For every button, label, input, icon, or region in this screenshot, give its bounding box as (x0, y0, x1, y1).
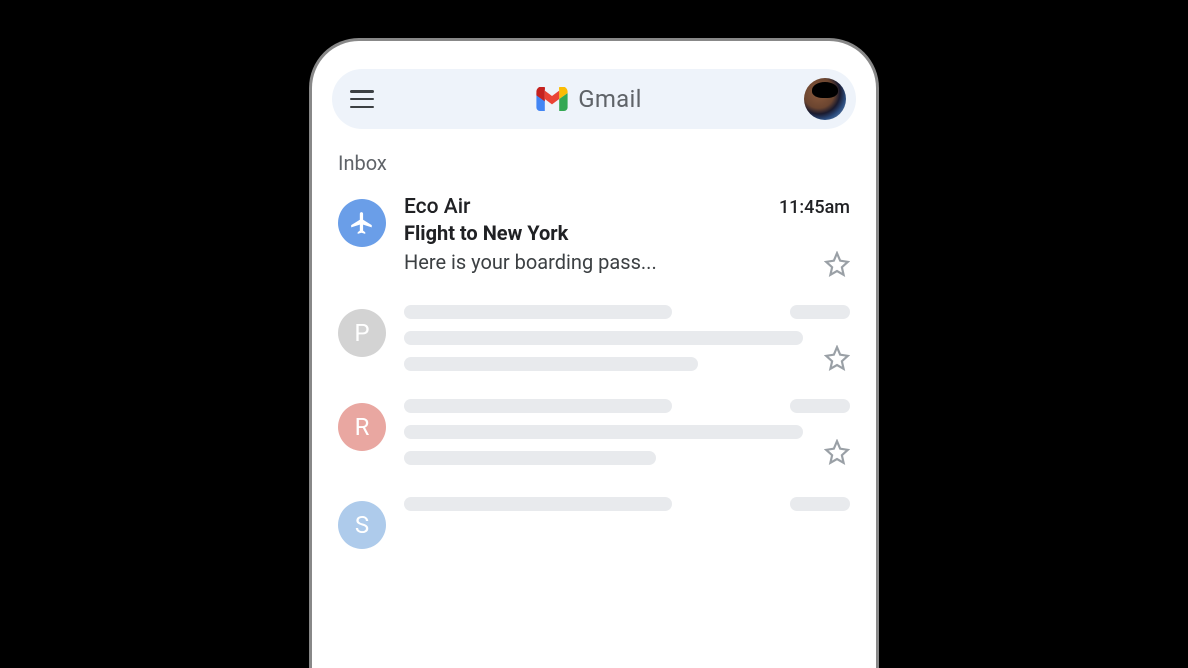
search-bar[interactable]: Gmail (332, 69, 856, 129)
gmail-m-icon (536, 87, 568, 111)
phone-content: Gmail Inbox Eco Air 11:45am Flight to Ne… (312, 41, 876, 559)
email-item[interactable]: Eco Air 11:45am Flight to New York Here … (332, 185, 856, 287)
sender-initial: S (355, 511, 369, 539)
app-name: Gmail (578, 85, 642, 113)
email-item[interactable]: R (332, 381, 856, 475)
email-body: Eco Air 11:45am Flight to New York Here … (404, 195, 850, 277)
plane-icon (349, 210, 375, 236)
avatar[interactable] (804, 78, 846, 120)
inbox-label: Inbox (338, 151, 856, 175)
star-icon[interactable] (824, 439, 850, 465)
sender-initial: R (355, 413, 370, 441)
star-icon[interactable] (824, 251, 850, 277)
email-subject: Flight to New York (404, 221, 850, 245)
gmail-logo: Gmail (536, 85, 642, 113)
email-preview: Here is your boarding pass... (404, 250, 657, 274)
email-time: 11:45am (779, 197, 850, 218)
sender-avatar: P (338, 309, 386, 357)
sender-avatar (338, 199, 386, 247)
email-item[interactable]: S (332, 475, 856, 559)
sender-avatar: S (338, 501, 386, 549)
sender-avatar: R (338, 403, 386, 451)
sender-name: Eco Air (404, 195, 470, 219)
sender-initial: P (354, 319, 369, 347)
hamburger-menu-icon[interactable] (350, 90, 374, 108)
phone-frame: Gmail Inbox Eco Air 11:45am Flight to Ne… (309, 38, 879, 668)
email-item[interactable]: P (332, 287, 856, 381)
star-icon[interactable] (824, 345, 850, 371)
